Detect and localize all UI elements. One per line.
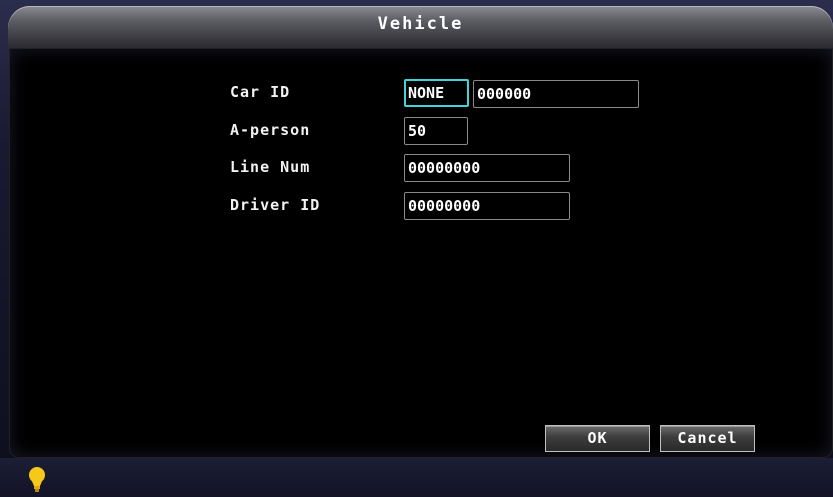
car-id-prefix-select[interactable]: NONE <box>404 79 469 107</box>
title-bar: Vehicle <box>8 6 833 48</box>
status-bar <box>0 458 833 497</box>
a-person-input[interactable]: 50 <box>404 117 468 145</box>
cancel-button[interactable]: Cancel <box>660 425 755 452</box>
line-num-input[interactable]: 00000000 <box>404 154 570 182</box>
car-id-label: Car ID <box>230 83 291 101</box>
vehicle-dialog: Vehicle Car ID NONE 000000 A-person 50 L… <box>0 0 833 497</box>
driver-id-input[interactable]: 00000000 <box>404 192 570 220</box>
driver-id-label: Driver ID <box>230 196 321 214</box>
car-id-input[interactable]: 000000 <box>473 80 639 108</box>
a-person-label: A-person <box>230 121 311 139</box>
line-num-label: Line Num <box>230 158 311 176</box>
window-title: Vehicle <box>377 14 464 34</box>
settings-panel: Car ID NONE 000000 A-person 50 Line Num … <box>9 48 833 458</box>
lightbulb-icon <box>29 467 45 492</box>
ok-button[interactable]: OK <box>545 425 650 452</box>
